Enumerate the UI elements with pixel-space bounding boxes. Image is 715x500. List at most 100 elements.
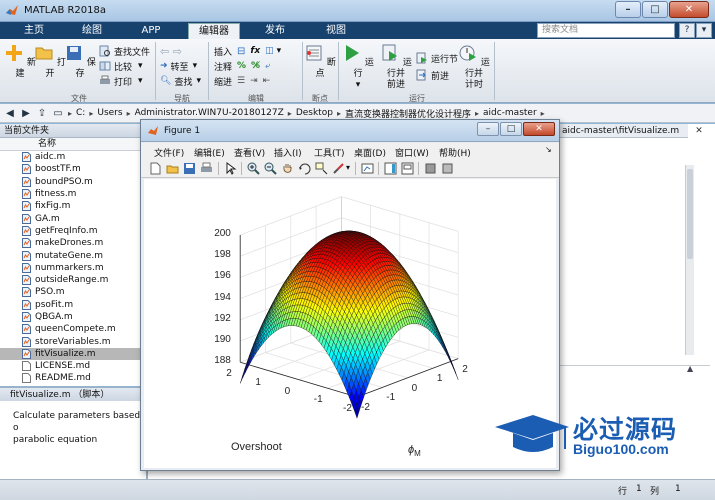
menu-file[interactable]: 文件(F) (154, 146, 184, 159)
goto-button[interactable]: ➜ 转至 ▾ (160, 59, 197, 73)
breadcrumb-desktop[interactable]: Desktop (296, 108, 333, 118)
back-icon[interactable]: ◀ (4, 107, 16, 119)
tab-editor[interactable]: 编辑器 (188, 23, 240, 39)
print-figure-icon[interactable] (200, 162, 213, 175)
show-plot-tools-icon[interactable] (441, 162, 454, 175)
close-button[interactable]: ✕ (669, 1, 709, 18)
file-list-item[interactable]: queenCompete.m (0, 323, 146, 335)
breadcrumb-drive[interactable]: C: (76, 108, 85, 118)
find-button[interactable]: 🔍︎ 查找 ▾ (160, 74, 201, 88)
forward-icon[interactable]: ▶ (20, 107, 32, 119)
file-list-item[interactable]: GA.m (0, 212, 146, 224)
file-list-item[interactable]: boundPSO.m (0, 176, 146, 188)
file-list-item[interactable]: LICENSE.md (0, 360, 146, 372)
menu-edit[interactable]: 编辑(E) (194, 146, 225, 159)
new-button[interactable]: 新建 (4, 43, 36, 80)
figure-close-button[interactable]: ✕ (523, 122, 555, 136)
file-list-item[interactable]: PSO.m (0, 286, 146, 298)
search-input[interactable]: 搜索文档 (537, 23, 675, 38)
run-and-time-button[interactable]: 运行并 计时 (458, 43, 490, 91)
open-button[interactable]: 打开 (34, 43, 66, 80)
insert-button[interactable]: 插入 ⊟ fx ◫ ▾ (214, 44, 281, 58)
menu-tools[interactable]: 工具(T) (314, 146, 345, 159)
file-list-item[interactable]: README.md (0, 372, 146, 384)
figure-maximize-button[interactable]: □ (500, 122, 522, 136)
help-button[interactable]: ? (679, 23, 695, 38)
file-list-item[interactable]: psoFit.m (0, 299, 146, 311)
indent-button[interactable]: 缩进 ☰ ⇥ ⇤ (214, 74, 270, 88)
run-section-button[interactable]: 运行节 (416, 51, 458, 65)
file-list-item[interactable]: mutateGene.m (0, 249, 146, 261)
save-figure-icon[interactable] (183, 162, 196, 175)
insert-colorbar-icon[interactable] (384, 162, 397, 175)
file-list-item[interactable]: makeDrones.m (0, 237, 146, 249)
file-list-item[interactable]: QBGA.m (0, 311, 146, 323)
open-file-icon[interactable] (166, 162, 179, 175)
tab-home[interactable]: 主页 (12, 23, 56, 39)
menu-help[interactable]: 帮助(H) (439, 146, 471, 159)
file-name: QBGA.m (35, 312, 73, 322)
tab-apps[interactable]: APP (129, 23, 173, 39)
hide-plot-tools-icon[interactable] (424, 162, 437, 175)
save-button[interactable]: 保存 (64, 43, 96, 80)
dock-arrow-icon[interactable]: ↘ (545, 145, 552, 154)
editor-scrollbar[interactable] (685, 165, 694, 355)
file-list-item[interactable]: boostTF.m (0, 163, 146, 175)
menu-view[interactable]: 查看(V) (234, 146, 265, 159)
name-column-header[interactable]: 名称 (0, 138, 146, 151)
link-plot-icon[interactable] (361, 162, 374, 175)
pointer-icon[interactable] (224, 162, 237, 175)
breadcrumb-user[interactable]: Administrator.WIN7U-20180127Z (135, 108, 284, 118)
browse-folder-icon[interactable]: ▭ (52, 107, 64, 119)
file-list-item[interactable]: storeVariables.m (0, 335, 146, 347)
compare-button[interactable]: 比较 ▾ (99, 59, 143, 73)
menu-window[interactable]: 窗口(W) (395, 146, 429, 159)
brush-icon[interactable] (332, 162, 345, 175)
run-and-advance-button[interactable]: 运行并 前进 (380, 43, 412, 91)
maximize-button[interactable]: □ (642, 1, 668, 18)
breadcrumb-users[interactable]: Users (97, 108, 122, 118)
file-list-item[interactable]: getFreqInfo.m (0, 225, 146, 237)
scrollbar-thumb[interactable] (687, 169, 693, 259)
breadcrumb-project[interactable]: 直流变换器控制器优化设计程序 (345, 107, 471, 120)
minimize-button[interactable]: – (615, 1, 641, 18)
brush-dropdown-icon[interactable]: ▾ (346, 163, 350, 172)
path-separator-icon: ▸ (540, 108, 545, 118)
print-button[interactable]: 打印 ▾ (99, 74, 143, 88)
up-folder-icon[interactable]: ⇪ (36, 107, 48, 119)
file-list-item[interactable]: nummarkers.m (0, 262, 146, 274)
run-button[interactable]: 运行 ▾ (342, 43, 374, 91)
data-cursor-icon[interactable] (315, 162, 328, 175)
menu-desktop[interactable]: 桌面(D) (354, 146, 386, 159)
rotate-3d-icon[interactable] (298, 162, 311, 175)
pan-icon[interactable] (281, 162, 294, 175)
file-list-item[interactable]: outsideRange.m (0, 274, 146, 286)
comment-button[interactable]: 注释 % %̸ ⤶ (214, 59, 270, 73)
zoom-in-icon[interactable] (247, 162, 260, 175)
figure-title-bar[interactable]: Figure 1 – □ ✕ (141, 120, 559, 142)
tab-plots[interactable]: 绘图 (70, 23, 114, 39)
m-file-icon (22, 201, 31, 212)
breadcrumb-folder[interactable]: aidc-master (483, 108, 537, 118)
file-list-item[interactable]: fixFig.m (0, 200, 146, 212)
tab-publish[interactable]: 发布 (253, 23, 297, 39)
figure-minimize-button[interactable]: – (477, 122, 499, 136)
x-tick-label: 2 (226, 368, 232, 380)
file-list-item[interactable]: aidc.m (0, 151, 146, 163)
file-list-item[interactable]: fitness.m (0, 188, 146, 200)
editor-close-icon[interactable]: ✕ (693, 125, 705, 137)
zoom-out-icon[interactable] (264, 162, 277, 175)
new-figure-icon[interactable] (149, 162, 162, 175)
advance-button[interactable]: 前进 (416, 68, 449, 82)
m-file-icon (22, 189, 31, 200)
file-list-item[interactable]: fitVisualize.m (0, 347, 146, 361)
editor-file-tab[interactable]: aidc-master\fitVisualize.m (558, 124, 688, 138)
tab-view[interactable]: 视图 (314, 23, 358, 39)
breakpoints-button[interactable]: 断点 (304, 43, 336, 80)
command-window-expand-icon[interactable]: ▲ (687, 364, 693, 373)
nav-back-forward-buttons[interactable]: ⇦ ⇨ (160, 44, 182, 58)
ribbon-menu-button[interactable]: ▾ (696, 23, 712, 38)
insert-legend-icon[interactable] (401, 162, 414, 175)
menu-insert[interactable]: 插入(I) (274, 146, 302, 159)
find-files-button[interactable]: 查找文件 (99, 44, 150, 58)
